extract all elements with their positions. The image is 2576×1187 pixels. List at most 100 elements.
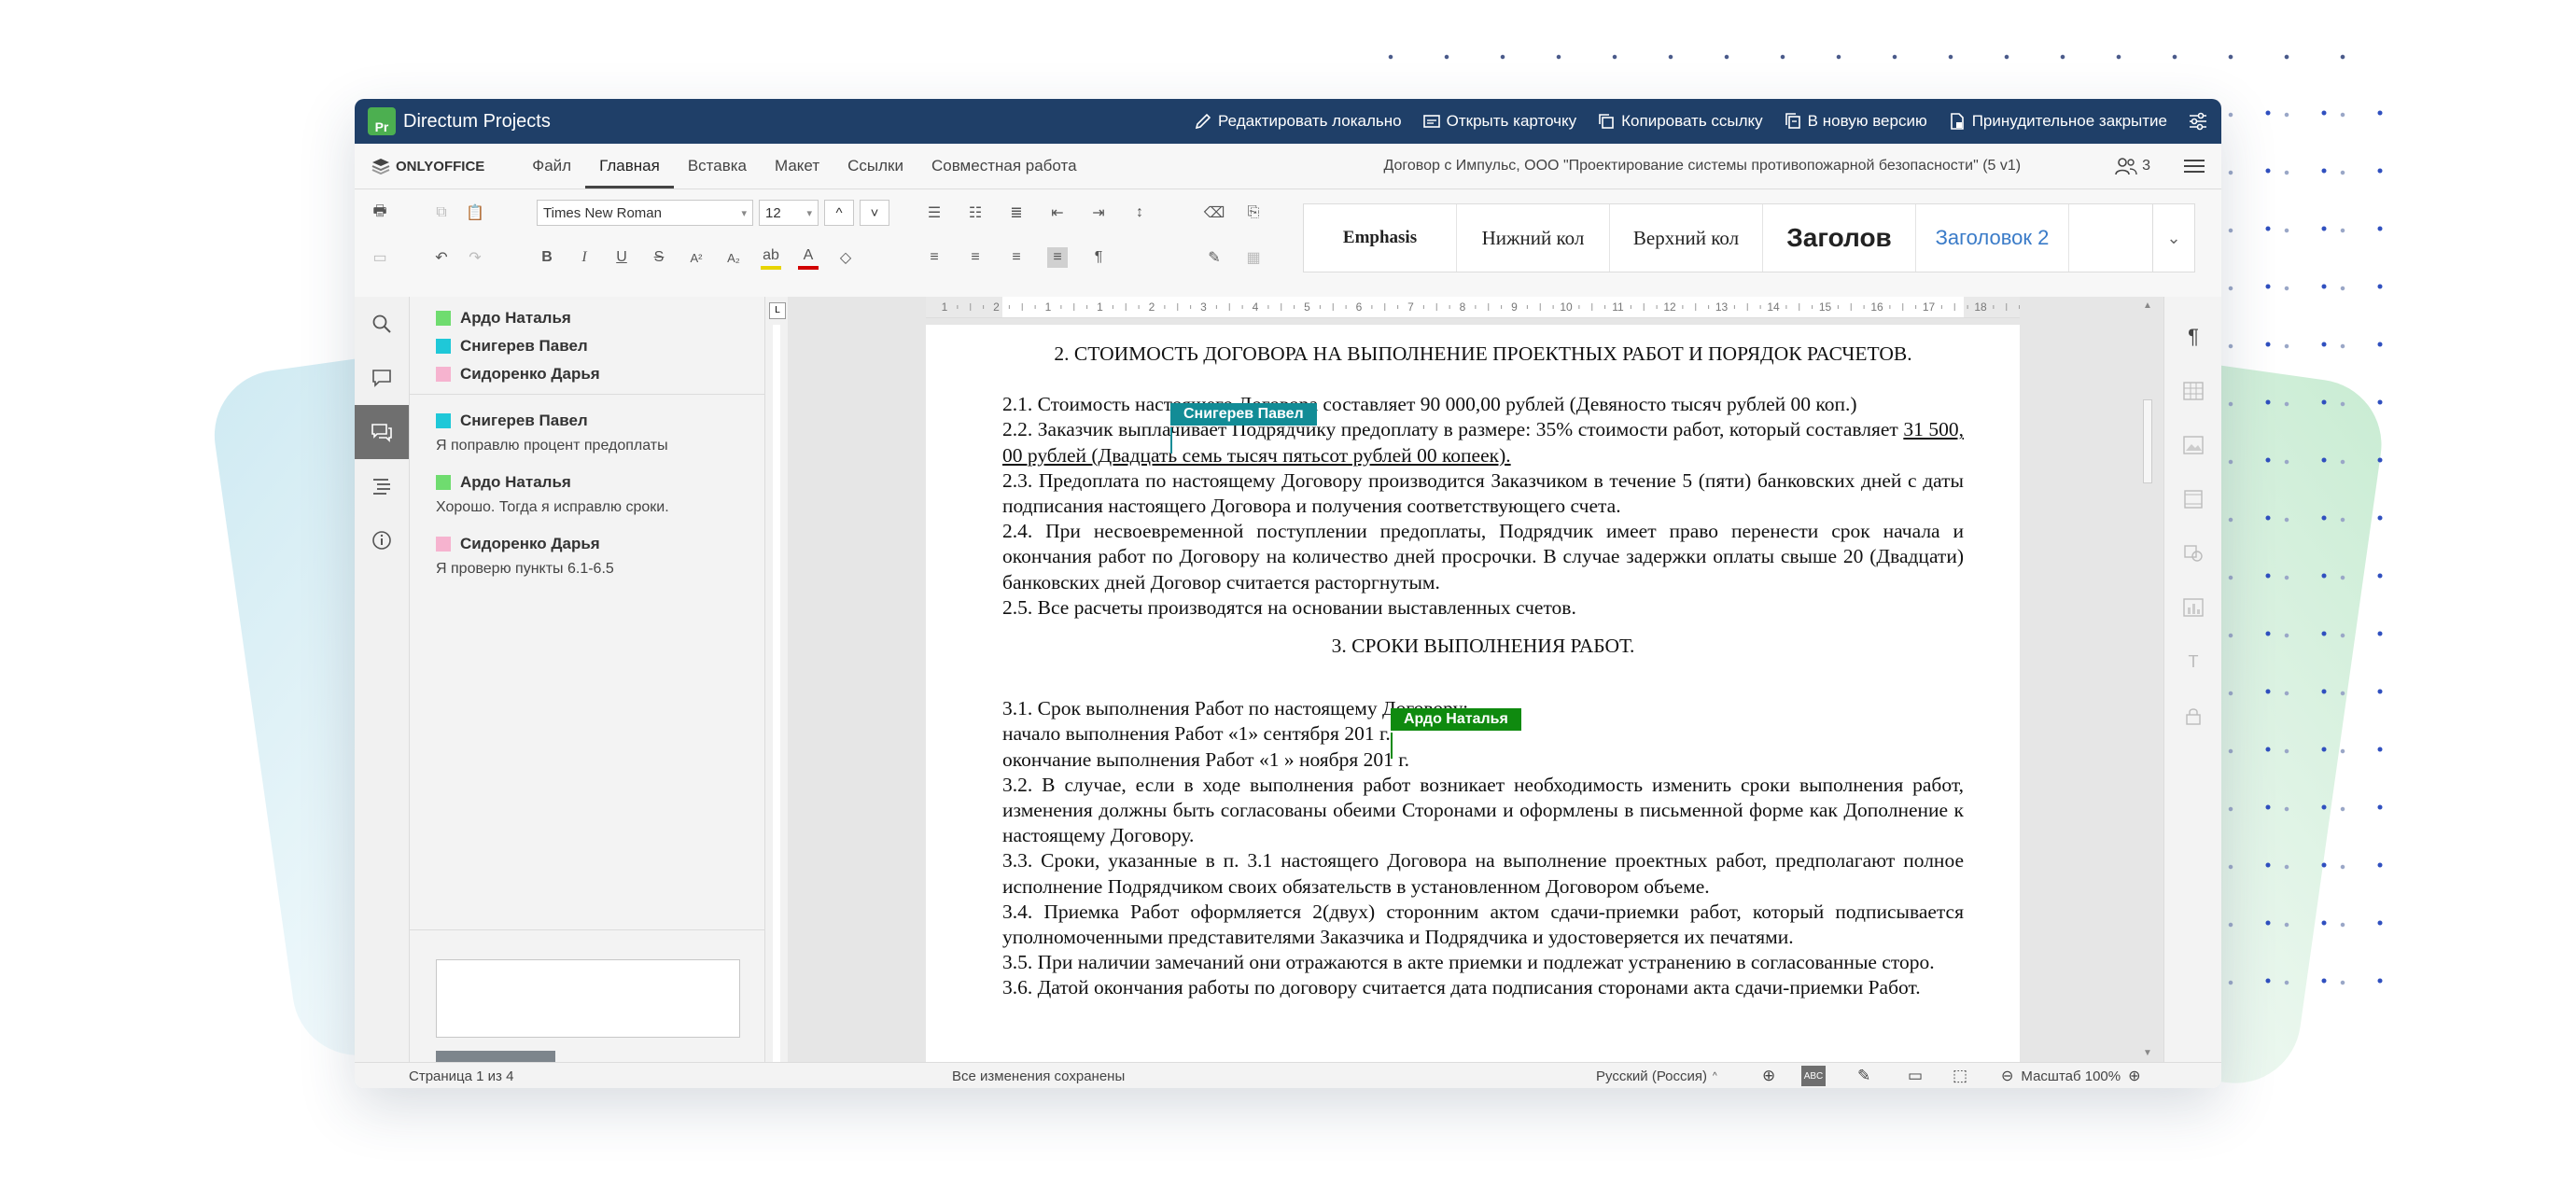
- tab-insert[interactable]: Вставка: [674, 144, 761, 189]
- redo-icon[interactable]: ↷: [465, 247, 485, 268]
- style-header[interactable]: Верхний кол: [1610, 204, 1763, 272]
- line-spacing-icon[interactable]: ↕: [1129, 202, 1150, 223]
- decrease-indent-icon[interactable]: ⇤: [1047, 202, 1068, 223]
- save-icon[interactable]: ▭: [370, 247, 390, 268]
- fit-page-icon[interactable]: ▭: [1908, 1067, 1923, 1085]
- increase-indent-icon[interactable]: ⇥: [1088, 202, 1109, 223]
- document-page[interactable]: 2. СТОИМОСТЬ ДОГОВОРА НА ВЫПОЛНЕНИЕ ПРОЕ…: [926, 325, 2020, 1062]
- italic-icon[interactable]: I: [574, 247, 595, 268]
- font-color-icon[interactable]: A: [798, 245, 819, 270]
- paragraph-group: ☰ ☷ ≣ ⇤ ⇥ ↕ ≡ ≡ ≡ ≡ ¶: [924, 199, 1150, 272]
- chart-settings-button[interactable]: [2164, 580, 2221, 635]
- subscript-icon[interactable]: A₂: [723, 247, 744, 268]
- paragraph: 3.4. Приемка Работ оформляется 2(двух) с…: [1002, 900, 1964, 949]
- navigation-button[interactable]: [355, 459, 409, 513]
- vertical-scrollbar[interactable]: ▲ ▼: [2141, 297, 2154, 1062]
- tab-collaboration[interactable]: Совместная работа: [917, 144, 1091, 189]
- underline-icon[interactable]: U: [611, 247, 632, 268]
- scroll-down-icon[interactable]: ▼: [2143, 1048, 2152, 1058]
- style-heading1[interactable]: Заголов: [1763, 204, 1916, 272]
- collaborator-cursor: [1170, 427, 1172, 454]
- message-input[interactable]: [436, 959, 740, 1038]
- spellcheck-icon[interactable]: ABC: [1801, 1066, 1826, 1086]
- copy-link-button[interactable]: Копировать ссылку: [1597, 112, 1763, 131]
- fill-color-icon[interactable]: ◇: [835, 247, 856, 268]
- hamburger-menu-icon[interactable]: [2184, 159, 2205, 174]
- increase-font-icon[interactable]: ^: [824, 200, 854, 226]
- ruler-margin: [926, 297, 1002, 317]
- paragraph-settings-button[interactable]: ¶: [2164, 310, 2221, 364]
- zoom-out-icon[interactable]: ⊖: [2001, 1067, 2013, 1085]
- style-gallery-expand[interactable]: ⌄: [2152, 204, 2194, 272]
- format-group: ⌫ ⎘ ✎ ▦: [1204, 199, 1264, 272]
- align-justify-icon[interactable]: ≡: [1047, 247, 1068, 268]
- ruler-margin: [1964, 297, 2020, 317]
- bullets-icon[interactable]: ☰: [924, 202, 945, 223]
- comment-icon: [372, 370, 391, 387]
- align-center-icon[interactable]: ≡: [965, 247, 986, 268]
- globe-icon[interactable]: ⊕: [1762, 1067, 1775, 1085]
- undo-icon[interactable]: ↶: [431, 247, 452, 268]
- print-icon[interactable]: 🖶: [370, 202, 390, 223]
- strikethrough-icon[interactable]: S: [649, 247, 669, 268]
- align-right-icon[interactable]: ≡: [1006, 247, 1027, 268]
- align-left-icon[interactable]: ≡: [924, 247, 945, 268]
- fit-width-icon[interactable]: ⬚: [1953, 1067, 1967, 1085]
- zoom-in-icon[interactable]: ⊕: [2128, 1067, 2140, 1085]
- multilevel-list-icon[interactable]: ≣: [1006, 202, 1027, 223]
- background-dots-top: [1363, 28, 2389, 84]
- paste-icon[interactable]: 📋: [465, 202, 485, 223]
- headings-icon: [373, 479, 390, 495]
- edit-locally-button[interactable]: Редактировать локально: [1194, 112, 1402, 131]
- users-button[interactable]: 3: [2114, 157, 2150, 175]
- style-emphasis[interactable]: Emphasis: [1304, 204, 1457, 272]
- scroll-up-icon[interactable]: ▲: [2143, 300, 2152, 311]
- ruler-ticks: 12112345678910111213141516171819: [926, 297, 2020, 317]
- format-painter-icon[interactable]: ✎: [1204, 247, 1225, 268]
- chat-button[interactable]: [355, 405, 409, 459]
- numbering-icon[interactable]: ☷: [965, 202, 986, 223]
- shape-settings-button[interactable]: [2164, 526, 2221, 580]
- ruler-number: 8: [1460, 300, 1466, 314]
- tab-stop-selector[interactable]: L: [769, 302, 786, 319]
- bold-icon[interactable]: B: [537, 247, 557, 268]
- open-card-button[interactable]: Открыть карточку: [1422, 112, 1576, 131]
- track-changes-icon[interactable]: ✎: [1857, 1067, 1870, 1085]
- style-icon[interactable]: ▦: [1243, 247, 1264, 268]
- force-close-button[interactable]: Принудительное закрытие: [1948, 112, 2167, 131]
- new-version-button[interactable]: В новую версию: [1784, 112, 1927, 131]
- horizontal-ruler[interactable]: 12112345678910111213141516171819: [926, 297, 2020, 318]
- comments-button[interactable]: [355, 351, 409, 405]
- paragraph: 2.3. Предоплата по настоящему Договору п…: [1002, 468, 1964, 518]
- style-footer[interactable]: Нижний кол: [1457, 204, 1610, 272]
- copy-style-icon[interactable]: ⎘: [1243, 202, 1264, 223]
- language-select[interactable]: Русский (Россия) ^: [1596, 1068, 1717, 1084]
- style-heading2[interactable]: Заголовок 2: [1916, 204, 2069, 272]
- table-settings-button[interactable]: [2164, 364, 2221, 418]
- ruler-number: 6: [1356, 300, 1363, 314]
- font-size-select[interactable]: 12 ▾: [759, 200, 819, 226]
- image-settings-button[interactable]: [2164, 418, 2221, 472]
- superscript-icon[interactable]: A²: [686, 247, 707, 268]
- clear-format-icon[interactable]: ⌫: [1204, 202, 1225, 223]
- decrease-font-icon[interactable]: ˅: [860, 200, 889, 226]
- scroll-thumb[interactable]: [2143, 399, 2152, 483]
- font-name-select[interactable]: Times New Roman ▾: [537, 200, 753, 226]
- ruler-number: 1: [1097, 300, 1103, 314]
- collaborator-cursor: [1391, 733, 1393, 759]
- highlight-icon[interactable]: ab: [761, 245, 781, 270]
- tab-home[interactable]: Главная: [585, 144, 674, 189]
- settings-sliders-icon[interactable]: [2188, 111, 2208, 132]
- signature-settings-button[interactable]: [2164, 689, 2221, 743]
- tab-layout[interactable]: Макет: [761, 144, 833, 189]
- copy-format-icon[interactable]: ⧉: [431, 202, 452, 223]
- about-button[interactable]: [355, 513, 409, 567]
- nonprinting-chars-icon[interactable]: ¶: [1088, 247, 1109, 268]
- info-icon: [372, 531, 391, 550]
- tab-file[interactable]: Файл: [518, 144, 585, 189]
- document-text[interactable]: 2. СТОИМОСТЬ ДОГОВОРА НА ВЫПОЛНЕНИЕ ПРОЕ…: [1002, 342, 1964, 1001]
- tab-references[interactable]: Ссылки: [833, 144, 917, 189]
- header-footer-button[interactable]: [2164, 472, 2221, 526]
- textart-settings-button[interactable]: T: [2164, 635, 2221, 689]
- search-button[interactable]: [355, 297, 409, 351]
